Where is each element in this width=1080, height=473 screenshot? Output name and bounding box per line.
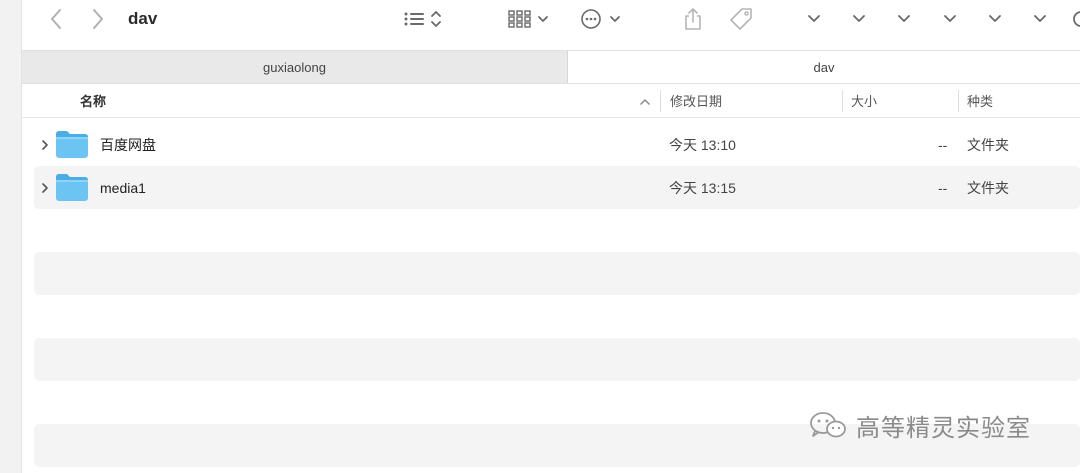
chevron-down-icon (808, 15, 820, 22)
search-button[interactable] (1068, 0, 1080, 38)
empty-row-stripe (34, 338, 1080, 381)
file-kind: 文件夹 (967, 136, 1009, 153)
column-divider[interactable] (660, 90, 661, 112)
column-header: 名称 修改日期 大小 种类 (22, 84, 1080, 118)
file-kind: 文件夹 (967, 179, 1009, 196)
column-date[interactable]: 修改日期 (670, 84, 722, 117)
list-view-button[interactable] (400, 0, 448, 38)
file-row[interactable]: 百度网盘 今天 13:10 -- 文件夹 (34, 123, 1080, 166)
group-button[interactable] (506, 0, 554, 38)
ellipsis-circle-icon (581, 9, 620, 29)
watermark-text: 高等精灵实验室 (856, 413, 1031, 442)
share-button[interactable] (678, 0, 708, 38)
toolbar-chevron-4[interactable] (940, 0, 960, 38)
list-view-icon (404, 11, 441, 27)
chevron-down-icon (989, 15, 1001, 22)
toolbar-chevron-2[interactable] (849, 0, 869, 38)
file-date: 今天 13:15 (669, 179, 736, 196)
tab-dav[interactable]: dav (568, 51, 1080, 83)
toolbar-chevron-3[interactable] (894, 0, 914, 38)
disclosure-triangle[interactable] (38, 166, 52, 209)
empty-row-stripe (34, 252, 1080, 295)
share-icon (685, 8, 701, 30)
file-date: 今天 13:10 (669, 136, 736, 153)
tab-guxiaolong[interactable]: guxiaolong (22, 51, 568, 83)
toolbar-chevron-6[interactable] (1030, 0, 1050, 38)
disclosure-triangle[interactable] (38, 123, 52, 166)
column-divider[interactable] (958, 90, 959, 112)
chevron-down-icon (944, 15, 956, 22)
search-icon (1073, 11, 1080, 27)
folder-icon (56, 174, 88, 201)
column-divider[interactable] (842, 90, 843, 112)
sort-ascending-icon (639, 84, 651, 117)
file-name: 百度网盘 (100, 136, 156, 153)
file-row[interactable]: media1 今天 13:15 -- 文件夹 (34, 166, 1080, 209)
tag-button[interactable] (724, 0, 758, 38)
wechat-icon (810, 412, 846, 438)
toolbar-chevron-1[interactable] (804, 0, 824, 38)
file-size: -- (938, 179, 948, 196)
file-size: -- (938, 136, 948, 153)
window-title: dav (128, 9, 158, 28)
chevron-right-icon (93, 9, 103, 29)
chevron-left-icon (51, 9, 61, 29)
forward-button[interactable] (84, 0, 112, 38)
tag-icon (730, 8, 752, 30)
chevron-down-icon (1034, 15, 1046, 22)
chevron-right-icon (42, 139, 48, 150)
back-button[interactable] (42, 0, 70, 38)
column-kind[interactable]: 种类 (967, 84, 993, 117)
tab-bar: guxiaolong dav (22, 50, 1080, 84)
grid-view-icon (508, 10, 548, 28)
chevron-down-icon (853, 15, 865, 22)
chevron-down-icon (898, 15, 910, 22)
more-actions-button[interactable] (578, 0, 626, 38)
sidebar-edge (0, 0, 22, 473)
toolbar: dav (22, 0, 1080, 50)
column-size[interactable]: 大小 (851, 84, 877, 117)
column-name[interactable]: 名称 (80, 84, 106, 117)
toolbar-chevron-5[interactable] (985, 0, 1005, 38)
file-name: media1 (100, 179, 146, 196)
chevron-right-icon (42, 182, 48, 193)
watermark: 高等精灵实验室 (808, 404, 1031, 446)
folder-icon (56, 131, 88, 158)
